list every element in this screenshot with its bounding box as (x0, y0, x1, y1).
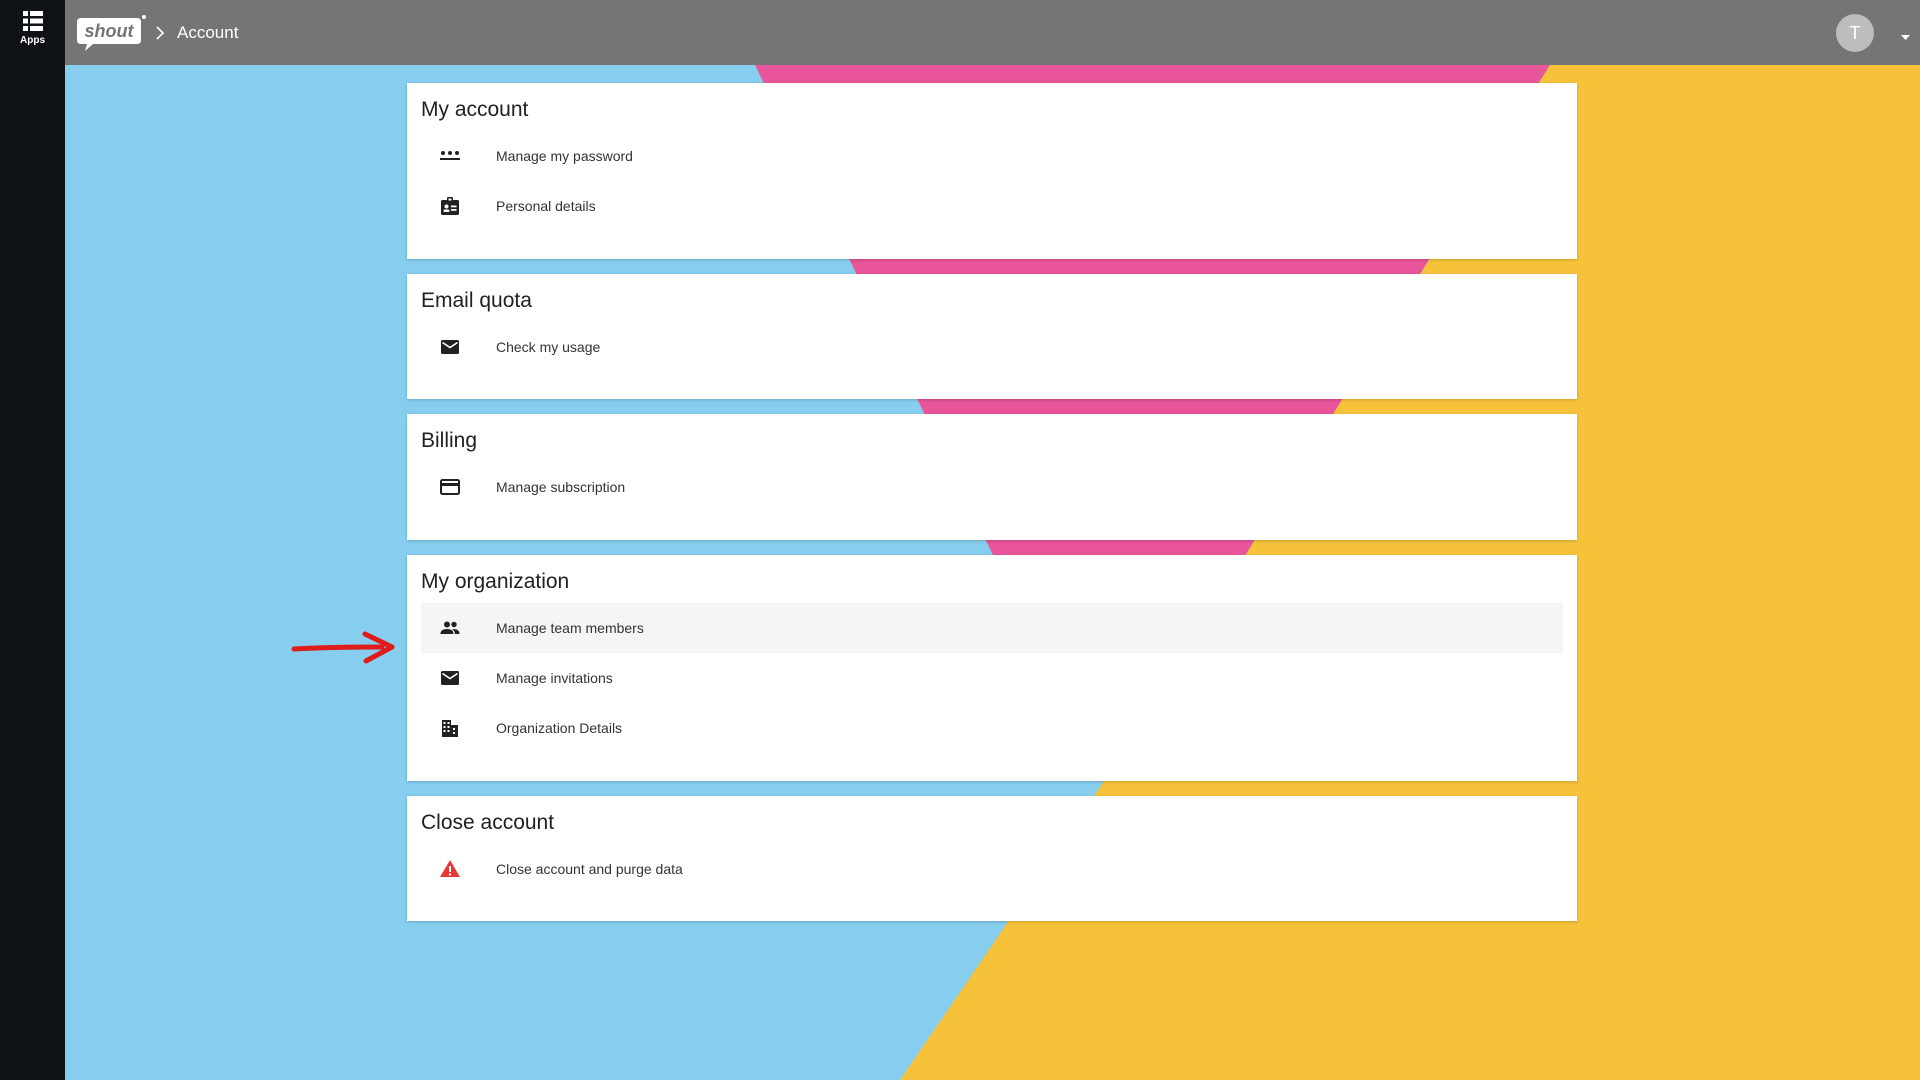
personal-details-link[interactable]: Personal details (421, 181, 1563, 231)
section-close-account: Close account Close account and purge da… (407, 796, 1577, 921)
warning-icon (439, 858, 461, 880)
shout-logo[interactable]: shout (77, 14, 147, 52)
section-email-quota: Email quota Check my usage (407, 274, 1577, 399)
mail-icon (439, 667, 461, 689)
app-rail: Apps (0, 0, 65, 1080)
annotation-arrow-icon (291, 631, 395, 664)
account-menu-caret-icon[interactable] (1901, 28, 1910, 46)
shout-logo-icon: shout (77, 14, 146, 51)
manage-invitations-link[interactable]: Manage invitations (421, 653, 1563, 703)
credit-card-icon (439, 476, 461, 498)
item-label: Close account and purge data (496, 861, 683, 877)
account-sections: My account Manage my password Personal d… (407, 83, 1577, 936)
user-avatar[interactable]: T (1836, 14, 1874, 52)
building-icon (439, 717, 461, 739)
manage-subscription-link[interactable]: Manage subscription (421, 462, 1563, 512)
section-my-account: My account Manage my password Personal d… (407, 83, 1577, 259)
item-label: Manage invitations (496, 670, 613, 686)
manage-team-members-link[interactable]: Manage team members (421, 603, 1563, 653)
apps-button[interactable]: Apps (0, 10, 65, 55)
item-label: Organization Details (496, 720, 623, 736)
item-label: Manage subscription (496, 479, 626, 495)
section-title: Email quota (421, 289, 532, 312)
item-label: Manage my password (496, 148, 633, 164)
svg-text:shout: shout (85, 21, 135, 41)
item-label: Manage team members (496, 620, 644, 636)
organization-details-link[interactable]: Organization Details (421, 703, 1563, 753)
apps-grid-icon (22, 11, 43, 31)
mail-icon (439, 336, 461, 358)
apps-label: Apps (20, 35, 45, 46)
people-icon (439, 617, 461, 639)
breadcrumb-separator-icon (155, 25, 165, 40)
manage-password-link[interactable]: Manage my password (421, 131, 1563, 181)
section-title: My organization (421, 570, 570, 593)
section-title: Billing (421, 429, 478, 452)
section-billing: Billing Manage subscription (407, 414, 1577, 540)
item-label: Personal details (496, 198, 596, 214)
check-usage-link[interactable]: Check my usage (421, 322, 1563, 372)
section-my-organization: My organization Manage team members Mana… (407, 555, 1577, 781)
breadcrumb-current: Account (177, 22, 239, 42)
top-bar: shout Account T (65, 0, 1920, 65)
password-dots-icon (439, 145, 461, 167)
close-account-link[interactable]: Close account and purge data (421, 844, 1563, 894)
item-label: Check my usage (496, 339, 601, 355)
id-badge-icon (439, 195, 461, 217)
section-title: My account (421, 98, 529, 121)
section-title: Close account (421, 811, 555, 834)
